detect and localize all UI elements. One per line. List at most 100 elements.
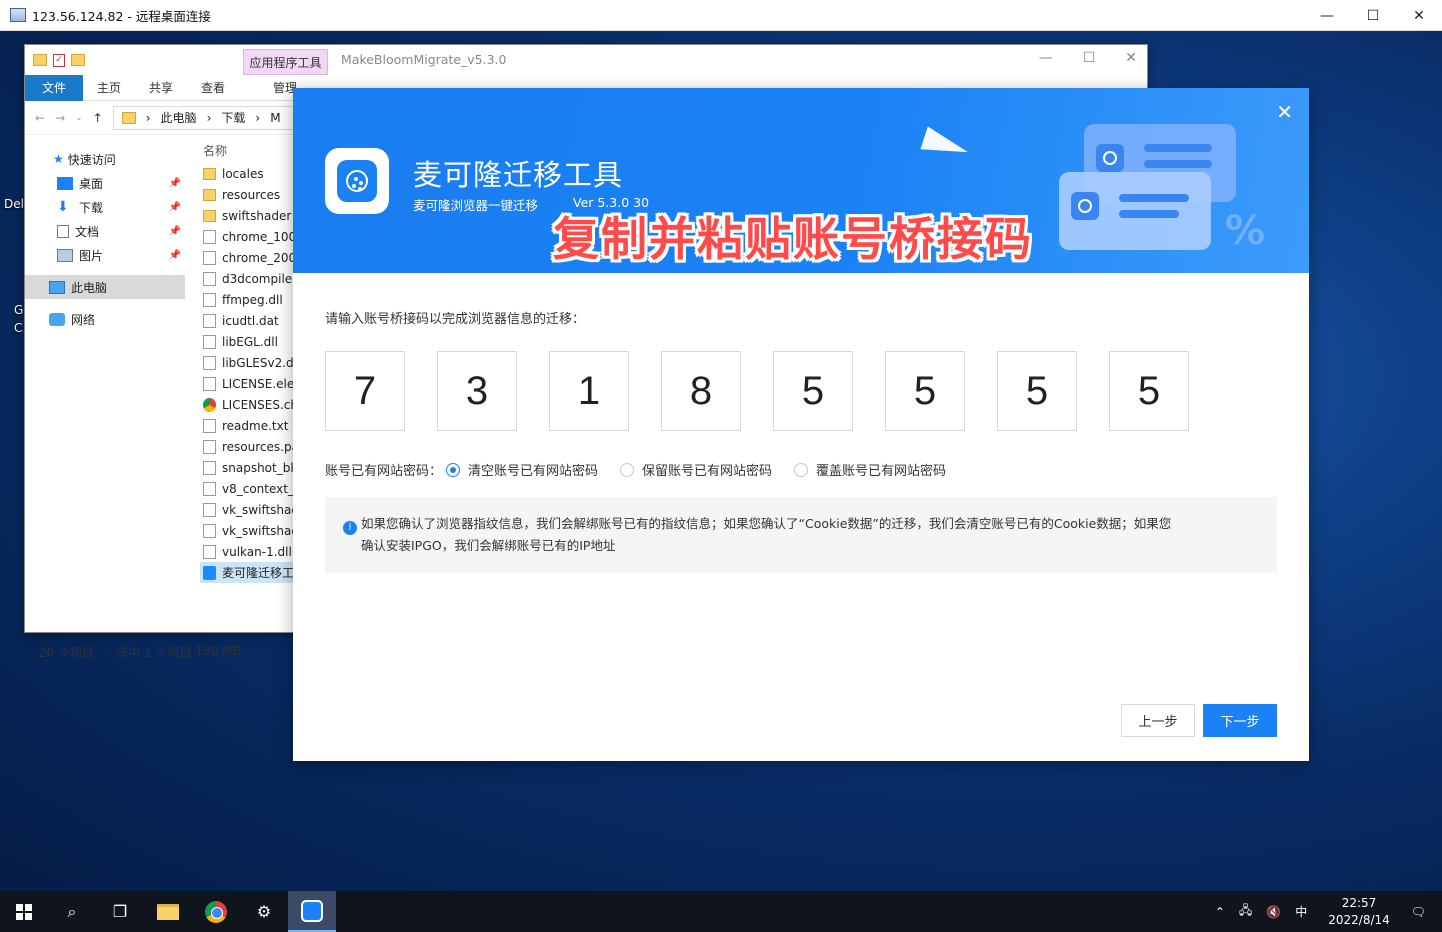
- desktop-icon: [57, 176, 73, 190]
- file-name: chrome_200: [222, 250, 297, 265]
- new-folder-icon[interactable]: [71, 54, 85, 66]
- nav-pictures[interactable]: 图片 📌: [25, 243, 185, 267]
- file-row[interactable]: ffmpeg.dll: [200, 289, 300, 310]
- file-row[interactable]: icudtl.dat: [200, 310, 300, 331]
- folder-icon: [121, 111, 136, 124]
- file-row[interactable]: snapshot_bl: [200, 457, 300, 478]
- tab-home[interactable]: 主页: [83, 75, 135, 101]
- browser-card-illustration: [1059, 172, 1211, 250]
- bridge-code-inputs: 7 3 1 8 5 5 5 5: [325, 351, 1189, 431]
- radio-label: 清空账号已有网站密码: [468, 464, 599, 479]
- nav-desktop[interactable]: 桌面 📌: [25, 171, 185, 195]
- file-row[interactable]: libGLESv2.dl: [200, 352, 300, 373]
- radio-button[interactable]: [446, 462, 461, 477]
- nav-label: 文档: [75, 224, 100, 239]
- file-row[interactable]: vk_swiftshad: [200, 499, 300, 520]
- search-icon[interactable]: ⌕: [48, 891, 96, 932]
- nav-this-pc[interactable]: 此电脑: [25, 275, 185, 299]
- network-icon[interactable]: 🖧: [1232, 901, 1259, 922]
- notification-icon[interactable]: 🗨: [1404, 905, 1442, 919]
- breadcrumb[interactable]: › 此电脑 › 下载 › M: [112, 105, 313, 130]
- file-name: icudtl.dat: [222, 313, 279, 328]
- close-button[interactable]: ✕: [1396, 0, 1442, 31]
- nav-network[interactable]: 网络: [25, 307, 185, 331]
- column-header-name[interactable]: 名称: [200, 137, 300, 163]
- file-row[interactable]: vk_swiftshad: [200, 520, 300, 541]
- clock[interactable]: 22:57 2022/8/14: [1314, 895, 1404, 929]
- file-explorer-taskbar-icon[interactable]: [144, 891, 192, 932]
- file-icon: [203, 439, 216, 454]
- code-digit-input[interactable]: 5: [997, 351, 1077, 431]
- code-digit-input[interactable]: 8: [661, 351, 741, 431]
- explorer-maximize-button[interactable]: ☐: [1083, 50, 1096, 66]
- code-digit-input[interactable]: 1: [549, 351, 629, 431]
- app-subtitle: 麦可隆浏览器一键迁移: [413, 198, 539, 213]
- explorer-close-button[interactable]: ✕: [1125, 50, 1137, 66]
- file-row[interactable]: locales: [200, 163, 300, 184]
- folder-icon[interactable]: [33, 54, 47, 66]
- file-row[interactable]: d3dcompile: [200, 268, 300, 289]
- nav-quick-access[interactable]: ★ 快速访问: [25, 147, 185, 171]
- file-row[interactable]: readme.txt: [200, 415, 300, 436]
- file-row[interactable]: resources.pa: [200, 436, 300, 457]
- explorer-minimize-button[interactable]: —: [1039, 50, 1053, 66]
- breadcrumb-downloads[interactable]: 下载: [221, 109, 245, 126]
- settings-gear-icon[interactable]: ⚙: [240, 891, 288, 932]
- desktop-icon-label[interactable]: G: [14, 303, 23, 317]
- volume-muted-icon[interactable]: 🔇: [1259, 905, 1288, 919]
- code-digit-input[interactable]: 3: [437, 351, 517, 431]
- radio-overwrite-passwords[interactable]: 覆盖账号已有网站密码: [794, 460, 946, 479]
- file-row[interactable]: chrome_200: [200, 247, 300, 268]
- tab-share[interactable]: 共享: [135, 75, 187, 101]
- nav-label: 图片: [79, 248, 104, 263]
- file-row[interactable]: chrome_100: [200, 226, 300, 247]
- recent-chevron-icon[interactable]: ⌄: [75, 113, 83, 123]
- properties-icon[interactable]: ✓: [53, 53, 65, 67]
- tab-file[interactable]: 文件: [25, 74, 83, 101]
- up-arrow-icon[interactable]: ↑: [93, 111, 103, 125]
- radio-keep-passwords[interactable]: 保留账号已有网站密码: [620, 460, 772, 479]
- file-row[interactable]: 麦可隆迁移工: [200, 562, 300, 583]
- breadcrumb-current[interactable]: M: [270, 111, 280, 125]
- file-row[interactable]: swiftshader: [200, 205, 300, 226]
- radio-button[interactable]: [620, 462, 635, 477]
- file-row[interactable]: resources: [200, 184, 300, 205]
- code-digit-input[interactable]: 5: [773, 351, 853, 431]
- chevron-up-icon[interactable]: ⌃: [1208, 905, 1232, 919]
- dialog-close-button[interactable]: ✕: [1276, 100, 1293, 124]
- card-line: [1144, 160, 1212, 168]
- context-tab-app-tools[interactable]: 应用程序工具: [243, 49, 328, 75]
- file-row[interactable]: v8_context_s: [200, 478, 300, 499]
- task-view-icon[interactable]: ❐: [96, 891, 144, 932]
- code-digit-input[interactable]: 5: [885, 351, 965, 431]
- back-arrow-icon[interactable]: ←: [35, 111, 45, 125]
- minimize-button[interactable]: —: [1304, 0, 1350, 31]
- desktop-icon-label[interactable]: Del: [4, 197, 24, 211]
- chrome-taskbar-icon[interactable]: [192, 891, 240, 932]
- desktop-icon-label[interactable]: C: [14, 321, 22, 335]
- card-line: [1119, 210, 1179, 218]
- file-row[interactable]: LICENSE.ele: [200, 373, 300, 394]
- file-row[interactable]: libEGL.dll: [200, 331, 300, 352]
- tab-view[interactable]: 查看: [187, 75, 239, 101]
- input-method-indicator[interactable]: 中: [1288, 903, 1314, 920]
- next-step-button[interactable]: 下一步: [1203, 704, 1277, 737]
- migration-app-taskbar-icon[interactable]: [288, 891, 336, 932]
- maximize-button[interactable]: ☐: [1350, 0, 1396, 31]
- file-name: 麦可隆迁移工: [222, 566, 295, 580]
- radio-button[interactable]: [794, 462, 809, 477]
- previous-step-button[interactable]: 上一步: [1121, 704, 1195, 737]
- file-row[interactable]: vulkan-1.dll: [200, 541, 300, 562]
- nav-documents[interactable]: 文档 📌: [25, 219, 185, 243]
- start-button[interactable]: [0, 891, 48, 932]
- radio-clear-passwords[interactable]: 清空账号已有网站密码: [446, 460, 598, 479]
- file-row[interactable]: LICENSES.ch: [200, 394, 300, 415]
- code-digit-input[interactable]: 7: [325, 351, 405, 431]
- app-name: 麦可隆迁移工具: [413, 158, 624, 192]
- nav-label: 桌面: [79, 176, 104, 191]
- code-digit-input[interactable]: 5: [1109, 351, 1189, 431]
- forward-arrow-icon[interactable]: →: [55, 111, 65, 125]
- breadcrumb-this-pc[interactable]: 此电脑: [161, 109, 197, 126]
- nav-downloads[interactable]: ⬇ 下载 📌: [25, 195, 185, 219]
- file-icon: [203, 334, 216, 349]
